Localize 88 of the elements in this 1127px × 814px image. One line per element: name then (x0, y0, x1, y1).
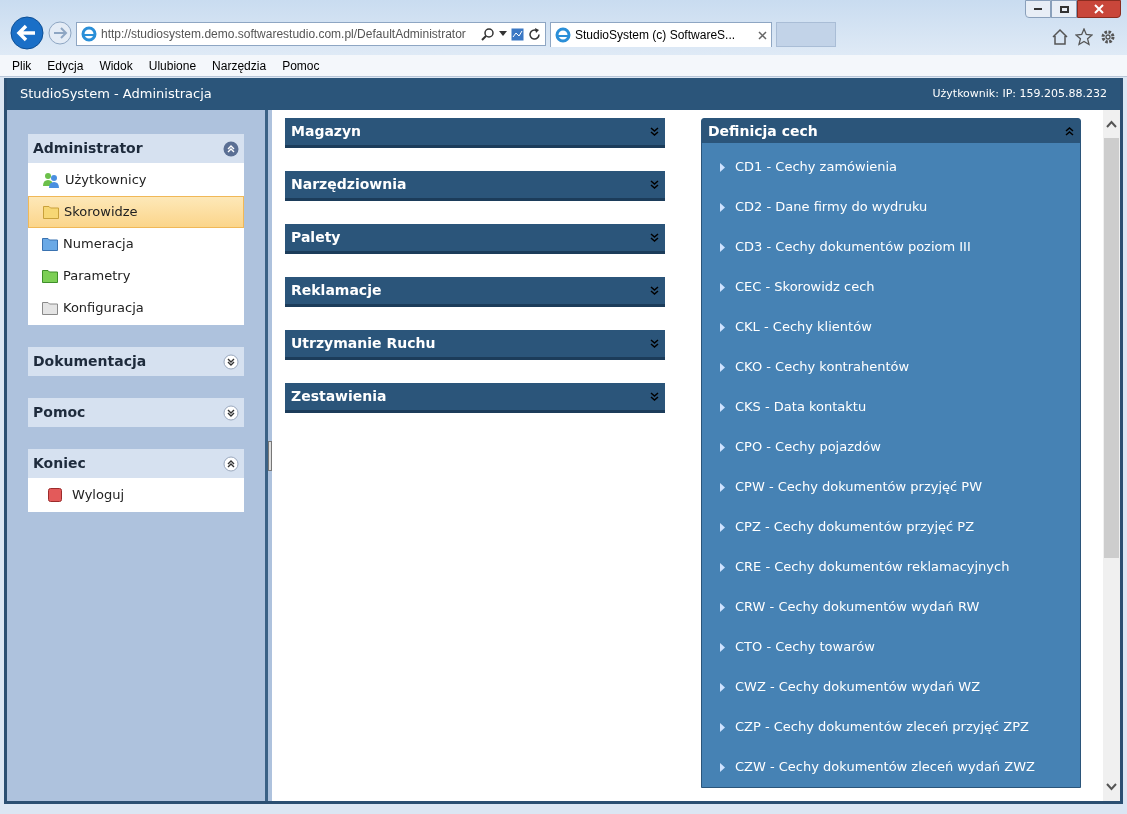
menu-item[interactable]: Narzędzia (212, 56, 267, 75)
bullet-arrow-icon (720, 322, 725, 332)
close-icon[interactable] (758, 30, 767, 40)
bullet-arrow-icon (720, 722, 725, 732)
bullet-arrow-icon (720, 162, 725, 172)
star-icon[interactable] (1075, 28, 1093, 46)
definition-link[interactable]: CD1 - Cechy zamówienia (702, 147, 1080, 187)
definition-link[interactable]: CEC - Skorowidz cech (702, 267, 1080, 307)
menu-item[interactable]: Widok (99, 56, 133, 75)
stop-square-icon (48, 488, 62, 502)
nav-item[interactable]: Numeracja (28, 228, 244, 260)
user-info: Użytkownik: IP: 159.205.88.232 (932, 85, 1107, 102)
section-header[interactable]: Dokumentacja (28, 347, 244, 376)
browser-logo-icon (555, 27, 571, 43)
section-header[interactable]: Koniec (28, 449, 244, 478)
bullet-arrow-icon (720, 402, 725, 412)
splitter-handle[interactable] (268, 440, 272, 471)
search-icon[interactable] (481, 27, 495, 41)
nav-item[interactable]: Skorowidze (28, 196, 244, 228)
tab-title: StudioSystem (c) SoftwareS... (575, 27, 737, 44)
minimize-button[interactable] (1025, 0, 1051, 18)
scroll-down-icon[interactable] (1106, 783, 1117, 791)
section-header[interactable]: Administrator (28, 134, 244, 163)
panel-header[interactable]: Utrzymanie Ruchu (285, 330, 665, 360)
bullet-arrow-icon (720, 202, 725, 212)
browser-tab[interactable]: StudioSystem (c) SoftwareS... (550, 22, 772, 47)
menu-item[interactable]: Plik (12, 56, 32, 75)
refresh-icon[interactable] (528, 27, 541, 41)
nav-item[interactable]: Użytkownicy (28, 164, 244, 196)
definition-link[interactable]: CPO - Cechy pojazdów (702, 427, 1080, 467)
close-button[interactable] (1077, 0, 1121, 18)
menu-item[interactable]: Pomoc (282, 56, 320, 75)
bullet-arrow-icon (720, 762, 725, 772)
panel-header[interactable]: Palety (285, 224, 665, 254)
definition-link[interactable]: CRW - Cechy dokumentów wydań RW (702, 587, 1080, 627)
bullet-arrow-icon (720, 482, 725, 492)
dropdown-caret-icon[interactable] (499, 31, 507, 37)
settings-icon[interactable] (1099, 28, 1117, 46)
definition-link[interactable]: CKO - Cechy kontrahentów (702, 347, 1080, 387)
collapse-icon[interactable] (223, 455, 239, 472)
bullet-arrow-icon (720, 682, 725, 692)
nav-item[interactable]: Wyloguj (28, 479, 244, 511)
scrollbar[interactable] (1103, 110, 1120, 801)
bullet-arrow-icon (720, 562, 725, 572)
bullet-arrow-icon (720, 282, 725, 292)
scroll-up-icon[interactable] (1106, 120, 1117, 128)
address-bar[interactable]: http://studiosystem.demo.softwarestudio.com.pl/DefaultAdministrator (76, 22, 546, 46)
panel-header[interactable]: Zestawienia (285, 383, 665, 413)
definition-link[interactable]: CPZ - Cechy dokumentów przyjęć PZ (702, 507, 1080, 547)
nav-item[interactable]: Parametry (28, 260, 244, 292)
folder-icon (43, 205, 59, 219)
folder-icon (42, 269, 58, 283)
panel-header[interactable]: Definicja cech (702, 119, 1080, 143)
definition-link[interactable]: CZP - Cechy dokumentów zleceń przyjęć ZPZ (702, 707, 1080, 747)
users-icon (42, 172, 60, 188)
close-icon (1094, 4, 1104, 14)
definition-link[interactable]: CD2 - Dane firmy do wydruku (702, 187, 1080, 227)
definition-link[interactable]: CD3 - Cechy dokumentów poziom III (702, 227, 1080, 267)
definition-link[interactable]: CPW - Cechy dokumentów przyjęć PW (702, 467, 1080, 507)
nav-item[interactable]: Konfiguracja (28, 292, 244, 324)
home-icon[interactable] (1051, 28, 1069, 46)
menu-item[interactable]: Ulubione (148, 56, 197, 75)
definition-link[interactable]: CWZ - Cechy dokumentów wydań WZ (702, 667, 1080, 707)
panel-header[interactable]: Narzędziownia (285, 171, 665, 201)
bullet-arrow-icon (720, 442, 725, 452)
expand-icon[interactable] (223, 404, 239, 421)
definition-link[interactable]: CZW - Cechy dokumentów zleceń wydań ZWZ (702, 747, 1080, 787)
panel-header[interactable]: Magazyn (285, 118, 665, 148)
bullet-arrow-icon (720, 602, 725, 612)
definition-link[interactable]: CKL - Cechy klientów (702, 307, 1080, 347)
folder-icon (42, 237, 58, 251)
bullet-arrow-icon (720, 362, 725, 372)
app-title: StudioSystem - Administracja (20, 85, 212, 104)
bullet-arrow-icon (720, 642, 725, 652)
definition-link[interactable]: CRE - Cechy dokumentów reklamacyjnych (702, 547, 1080, 587)
panel-header[interactable]: Reklamacje (285, 277, 665, 307)
compatibility-icon[interactable] (511, 27, 524, 41)
menu-item[interactable]: Edycja (47, 56, 84, 75)
section-header[interactable]: Pomoc (28, 398, 244, 427)
folder-icon (42, 301, 58, 315)
browser-logo-icon (81, 26, 97, 42)
definition-link[interactable]: CTO - Cechy towarów (702, 627, 1080, 667)
bullet-arrow-icon (720, 522, 725, 532)
bullet-arrow-icon (720, 242, 725, 252)
maximize-button[interactable] (1051, 0, 1077, 18)
back-button[interactable] (10, 16, 44, 50)
expand-icon[interactable] (223, 353, 239, 370)
definition-link[interactable]: CKS - Data kontaktu (702, 387, 1080, 427)
